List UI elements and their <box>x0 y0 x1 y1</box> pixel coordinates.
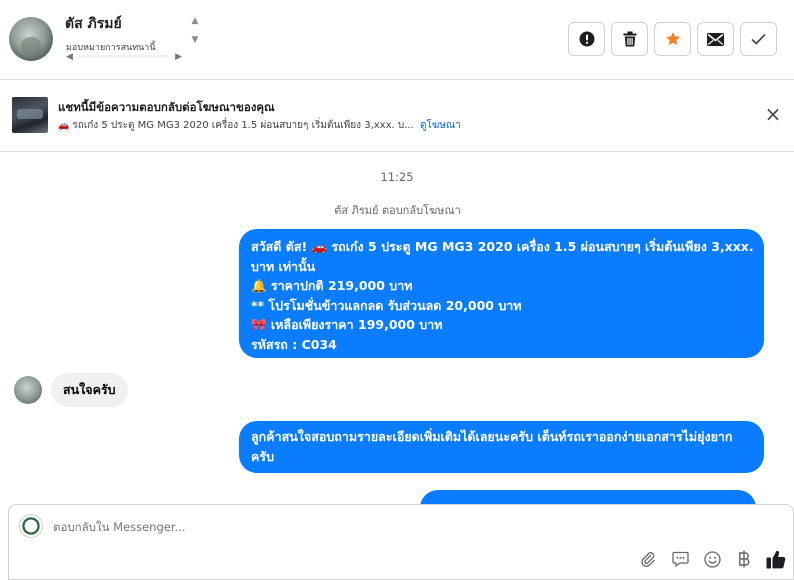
scroll-left-icon[interactable]: ◀ <box>66 52 73 62</box>
conversation-header: ตัส ภิรมย์ มอบหมายการสนทนานี้ ◀ ▶ ▲ ▼ <box>0 0 794 80</box>
star-button[interactable] <box>654 22 691 56</box>
delete-button[interactable] <box>611 22 648 56</box>
payment-icon[interactable] <box>733 548 755 570</box>
view-ad-link[interactable]: ดูโฆษณา <box>420 120 461 131</box>
outgoing-message-partial[interactable] <box>420 490 756 504</box>
mark-done-button[interactable] <box>740 22 777 56</box>
assign-conversation-field[interactable]: มอบหมายการสนทนานี้ <box>66 40 184 50</box>
star-icon <box>665 32 680 46</box>
contact-name[interactable]: ตัส ภิรมย์ <box>65 13 122 35</box>
message-timestamp: 11:25 <box>380 170 414 184</box>
envelope-icon <box>707 32 724 46</box>
header-actions <box>568 22 777 56</box>
outgoing-message[interactable]: สวัสดี ตัส! 🚗 รถเก๋ง 5 ประตู MG MG3 2020… <box>239 229 764 358</box>
incoming-message[interactable]: สนใจครับ <box>51 373 128 407</box>
contact-avatar[interactable] <box>9 17 53 61</box>
arrow-down-icon[interactable]: ▼ <box>189 35 201 45</box>
ad-reply-note: ตัส ภิรมย์ ตอบกลับโฆษณา <box>334 204 461 217</box>
close-icon[interactable]: × <box>764 104 782 124</box>
ad-reply-banner: แชทนี้มีข้อความตอบกลับต่อโฆษณาของคุณ 🚗 ร… <box>0 80 794 152</box>
car-icon: 🚗 <box>58 121 70 131</box>
page-avatar <box>19 514 43 538</box>
message-line: ** โปรโมชั่นข้าวแลกลด รับส่วนลด 20,000 บ… <box>251 297 522 313</box>
banner-title: แชทนี้มีข้อความตอบกลับต่อโฆษณาของคุณ <box>58 100 275 114</box>
report-button[interactable] <box>568 22 605 56</box>
composer-toolbar <box>637 548 787 570</box>
message-line: บาท เท่านั้น <box>251 258 316 274</box>
check-icon <box>751 33 766 45</box>
arrow-up-icon[interactable]: ▲ <box>189 16 201 26</box>
like-icon[interactable] <box>765 548 787 570</box>
scroll-right-icon[interactable]: ▶ <box>175 52 182 62</box>
banner-description-text: รถเก๋ง 5 ประตู MG MG3 2020 เครื่อง 1.5 ผ… <box>72 120 414 131</box>
banner-description: 🚗 รถเก๋ง 5 ประตู MG MG3 2020 เครื่อง 1.5… <box>58 118 461 133</box>
attach-icon[interactable] <box>637 548 659 570</box>
message-line: รหัสรถ : C034 <box>251 336 337 352</box>
assign-scrollbar[interactable]: ◀ ▶ <box>66 51 190 63</box>
message-line: 🎀 เหลือเพียงราคา 199,000 บาท <box>251 317 443 332</box>
mark-unread-button[interactable] <box>697 22 734 56</box>
reply-input[interactable] <box>53 520 553 534</box>
outgoing-message[interactable]: ลูกค้าสนใจสอบถามรายละเอียดเพิ่มเติมได้เล… <box>239 421 764 473</box>
ad-thumbnail[interactable] <box>12 97 48 133</box>
assign-stepper[interactable]: ▲ ▼ <box>189 16 201 50</box>
message-line: สวัสดี ตัส! 🚗 รถเก๋ง 5 ประตู MG MG3 2020… <box>251 239 754 254</box>
alert-icon <box>579 31 594 47</box>
emoji-icon[interactable] <box>701 548 723 570</box>
saved-replies-icon[interactable] <box>669 548 691 570</box>
message-thread[interactable]: 11:25 ตัส ภิรมย์ ตอบกลับโฆษณา สวัสดี ตัส… <box>0 152 794 504</box>
message-line: 🔔 ราคาปกติ 219,000 บาท <box>251 278 413 293</box>
message-composer <box>8 504 794 580</box>
contact-avatar-small[interactable] <box>14 376 42 404</box>
trash-icon <box>623 31 636 47</box>
